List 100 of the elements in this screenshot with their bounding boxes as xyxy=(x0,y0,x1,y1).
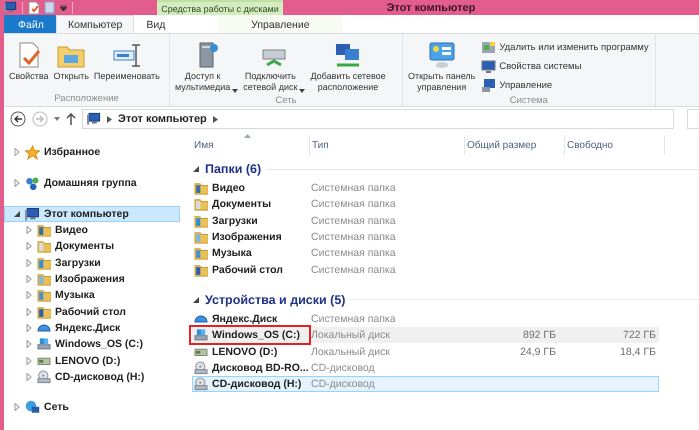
ribbon-button[interactable]: Переименовать xyxy=(92,37,162,84)
collapse-arrow-icon[interactable] xyxy=(13,210,21,218)
expand-arrow-icon[interactable] xyxy=(25,226,33,234)
computer-icon xyxy=(87,112,101,126)
expand-arrow-icon[interactable] xyxy=(25,242,33,250)
disc-drive-icon xyxy=(194,360,208,375)
breadcrumb[interactable]: Этот компьютер xyxy=(118,113,207,126)
tree-item[interactable]: Этот компьютер xyxy=(4,206,180,222)
search-field[interactable] xyxy=(687,109,699,130)
tree-item[interactable]: Изображения xyxy=(4,270,180,288)
ribbon-button[interactable]: Подключить сетевой диск xyxy=(241,37,308,96)
expand-arrow-icon[interactable] xyxy=(25,324,33,332)
tree-item[interactable]: LENOVO (D:) xyxy=(4,352,180,369)
collapse-arrow-icon[interactable] xyxy=(192,296,200,304)
chevron-icon[interactable] xyxy=(107,116,112,123)
file-row[interactable]: Дисковод BD-RO... CD-дисковод xyxy=(192,360,659,376)
network-icon xyxy=(25,400,40,414)
ribbon-tab[interactable]: Вид xyxy=(134,15,178,34)
customize-caret-icon[interactable] xyxy=(60,4,67,11)
item-name: Windows_OS (C:) xyxy=(212,329,300,342)
ribbon-button[interactable]: Свойства системы xyxy=(478,58,652,76)
group-header[interactable]: Папки (6) xyxy=(205,162,262,176)
table-cell-text: 18,4 ГБ xyxy=(619,346,657,358)
tree-item[interactable]: Видео xyxy=(4,222,180,238)
item-name: Изображения xyxy=(212,231,282,244)
tree-item[interactable]: Музыка xyxy=(4,287,180,304)
tree-item-label: Музыка xyxy=(55,289,95,302)
table-cell-text: 24,9 ГБ xyxy=(519,346,557,358)
item-name: Яндекс.Диск xyxy=(212,312,278,325)
expand-arrow-icon[interactable] xyxy=(25,258,33,267)
document-icon[interactable] xyxy=(28,1,39,14)
file-row[interactable]: LENOVO (D:) Локальный диск 24,9 ГБ 18,4 ГБ xyxy=(192,343,659,360)
ribbon-button[interactable]: Открыть панель управления xyxy=(406,37,478,96)
tree-item[interactable]: Рабочий стол xyxy=(4,304,180,320)
ribbon-button[interactable]: Добавить сетевое расположение xyxy=(308,37,388,96)
table-cell-text: Системная папка xyxy=(311,214,397,227)
table-cell-text: Системная папка xyxy=(311,264,397,276)
up-arrow-icon[interactable] xyxy=(66,113,76,126)
column-header[interactable]: Тип xyxy=(310,135,465,156)
ribbon-button[interactable]: Удалить или изменить программу xyxy=(478,39,652,56)
tree-item-label: Загрузки xyxy=(55,256,101,269)
file-row[interactable]: Windows_OS (C:) Локальный диск 892 ГБ 722 ГБ xyxy=(192,327,659,344)
item-name: Музыка xyxy=(212,247,252,260)
tree-item-label: Рабочий стол xyxy=(55,306,126,318)
tree-item[interactable]: CD-дисковод (H:) xyxy=(4,368,180,385)
ribbon-button[interactable]: Доступ к мультимедиа xyxy=(173,37,240,96)
item-name: Загрузки xyxy=(212,214,258,227)
window-title: Этот компьютер xyxy=(386,0,476,16)
file-row[interactable]: Рабочий стол Системная папка xyxy=(192,262,659,278)
collapse-arrow-icon[interactable] xyxy=(192,165,200,174)
expand-arrow-icon[interactable] xyxy=(25,275,33,284)
ribbon-button[interactable]: Управление xyxy=(478,77,652,94)
file-row[interactable]: Видео Системная папка xyxy=(192,180,659,196)
file-row[interactable]: Изображения Системная папка xyxy=(192,228,659,246)
tree-item[interactable]: Windows_OS (C:) xyxy=(4,336,180,352)
file-row[interactable]: Загрузки Системная папка xyxy=(192,212,659,229)
forward-icon[interactable] xyxy=(32,111,48,128)
ribbon-button[interactable]: Свойства xyxy=(7,37,51,84)
expand-arrow-icon[interactable] xyxy=(13,403,21,411)
ribbon-tab[interactable]: Компьютер xyxy=(56,15,134,34)
expand-arrow-icon[interactable] xyxy=(13,179,21,188)
tree-item[interactable]: Яндекс.Диск xyxy=(4,320,180,336)
tree-item[interactable]: Сеть xyxy=(4,399,180,415)
tree-item[interactable]: Домашняя группа xyxy=(4,175,180,192)
tree-item[interactable]: Избранное xyxy=(4,144,180,160)
table-cell-text: CD-дисковод xyxy=(311,378,376,390)
ribbon-tab[interactable]: Управление xyxy=(217,15,344,34)
disc-drive-icon xyxy=(194,377,208,392)
item-name: Дисковод BD-RO... xyxy=(212,362,309,374)
file-row[interactable]: CD-дисковод (H:) CD-дисковод xyxy=(192,376,659,392)
expand-arrow-icon[interactable] xyxy=(25,372,33,381)
item-name: Рабочий стол xyxy=(212,264,283,276)
control-panel-icon xyxy=(426,40,457,70)
caret-icon xyxy=(299,89,306,94)
item-name: LENOVO (D:) xyxy=(212,346,278,358)
chevron-icon[interactable] xyxy=(212,116,218,123)
tree-item[interactable]: Документы xyxy=(4,238,180,255)
back-icon[interactable] xyxy=(10,111,26,128)
column-header[interactable]: Общий размер xyxy=(465,135,565,156)
expand-arrow-icon[interactable] xyxy=(25,308,33,316)
file-tab[interactable]: Файл xyxy=(4,15,56,34)
column-header[interactable]: Имя xyxy=(192,135,310,156)
group-header[interactable]: Устройства и диски (5) xyxy=(205,292,346,307)
column-header[interactable]: Свободно xyxy=(565,135,665,156)
tree-item[interactable]: Загрузки xyxy=(4,254,180,271)
file-row[interactable]: Яндекс.Диск Системная папка xyxy=(192,310,659,328)
ribbon-button[interactable]: Открыть xyxy=(52,37,91,84)
table-cell-text: Системная папка xyxy=(311,182,397,194)
expand-arrow-icon[interactable] xyxy=(25,291,33,300)
recent-caret-icon[interactable] xyxy=(54,117,60,122)
expand-arrow-icon[interactable] xyxy=(25,356,33,365)
file-row[interactable]: Документы Системная папка xyxy=(192,196,659,213)
star-icon xyxy=(25,144,40,160)
ribbon-group-label: Система xyxy=(508,95,549,106)
expand-arrow-icon[interactable] xyxy=(25,340,33,348)
tree-item-label: Избранное xyxy=(44,146,100,158)
expand-arrow-icon[interactable] xyxy=(13,148,21,156)
cloud-icon xyxy=(194,314,208,323)
file-row[interactable]: Музыка Системная папка xyxy=(192,245,659,262)
address-bar[interactable]: Этот компьютер xyxy=(82,109,674,130)
